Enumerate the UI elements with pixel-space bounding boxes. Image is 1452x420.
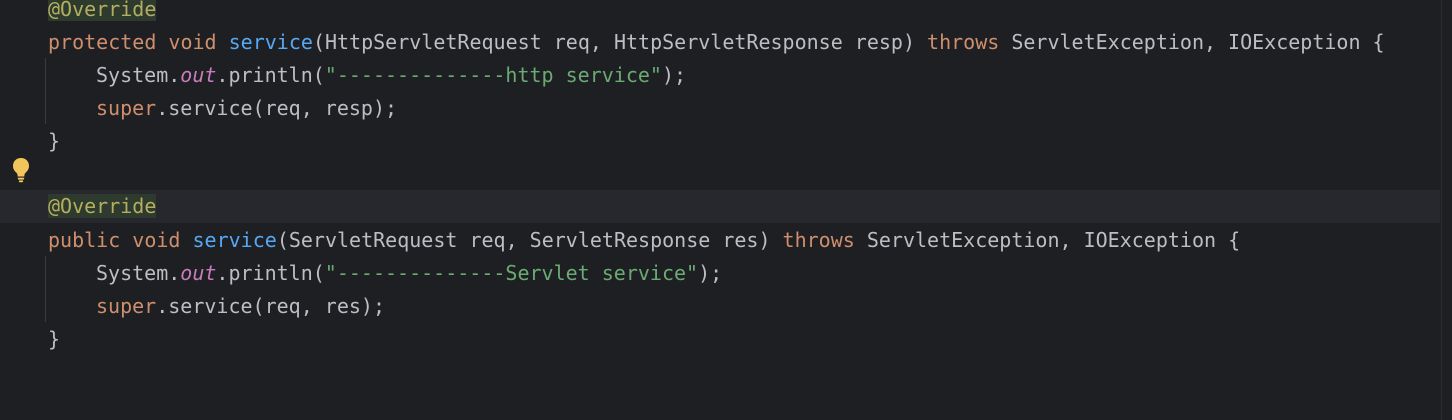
method-params: (ServletRequest req, ServletResponse res…: [276, 228, 783, 252]
keyword-return-type: void: [168, 30, 217, 54]
editor-right-gutter: [1441, 0, 1452, 420]
code-line-close-brace-2[interactable]: }: [48, 323, 60, 356]
super-call: .service(req, resp);: [156, 96, 398, 120]
close-brace: }: [48, 327, 61, 351]
keyword-modifier: protected: [48, 30, 157, 54]
annotation-override: @Override: [48, 194, 157, 218]
print-prefix: System.: [96, 63, 181, 87]
string-literal: "--------------http service": [324, 63, 662, 87]
print-call: .println(: [216, 63, 325, 87]
code-editor[interactable]: @Override protected void service(HttpSer…: [0, 0, 1452, 420]
code-line-super-2[interactable]: super.service(req, res);: [96, 290, 385, 323]
keyword-super: super: [96, 96, 157, 120]
method-exceptions: ServletException, IOException {: [999, 30, 1385, 54]
method-name: service: [192, 228, 277, 252]
keyword-super: super: [96, 294, 157, 318]
code-line-close-brace-1[interactable]: }: [48, 125, 60, 158]
code-line-method-signature-2[interactable]: public void service(ServletRequest req, …: [48, 224, 1240, 257]
indent-guide: [45, 256, 46, 322]
print-end: );: [661, 63, 687, 87]
code-line-println-1[interactable]: System.out.println("--------------http s…: [96, 59, 686, 92]
print-call: .println(: [216, 261, 325, 285]
close-brace: }: [48, 129, 61, 153]
code-line-super-1[interactable]: super.service(req, resp);: [96, 92, 397, 125]
code-line-println-2[interactable]: System.out.println("--------------Servle…: [96, 257, 722, 290]
method-name: service: [228, 30, 313, 54]
annotation-override: @Override: [48, 0, 157, 21]
print-prefix: System.: [96, 261, 181, 285]
code-line-method-signature-1[interactable]: protected void service(HttpServletReques…: [48, 26, 1385, 59]
keyword-throws: throws: [927, 30, 1000, 54]
method-params: (HttpServletRequest req, HttpServletResp…: [312, 30, 928, 54]
keyword-modifier: public: [48, 228, 121, 252]
code-line-annotation-1[interactable]: @Override: [48, 0, 157, 26]
static-field-out: out: [180, 63, 217, 87]
method-exceptions: ServletException, IOException {: [854, 228, 1241, 252]
lightbulb-icon[interactable]: [12, 157, 30, 183]
print-end: );: [698, 261, 723, 285]
string-literal: "--------------Servlet service": [324, 261, 699, 285]
static-field-out: out: [180, 261, 217, 285]
super-call: .service(req, res);: [156, 294, 385, 318]
keyword-throws: throws: [782, 228, 855, 252]
indent-guide: [45, 58, 46, 124]
code-line-annotation-2[interactable]: @Override: [0, 190, 1440, 223]
keyword-return-type: void: [132, 228, 181, 252]
